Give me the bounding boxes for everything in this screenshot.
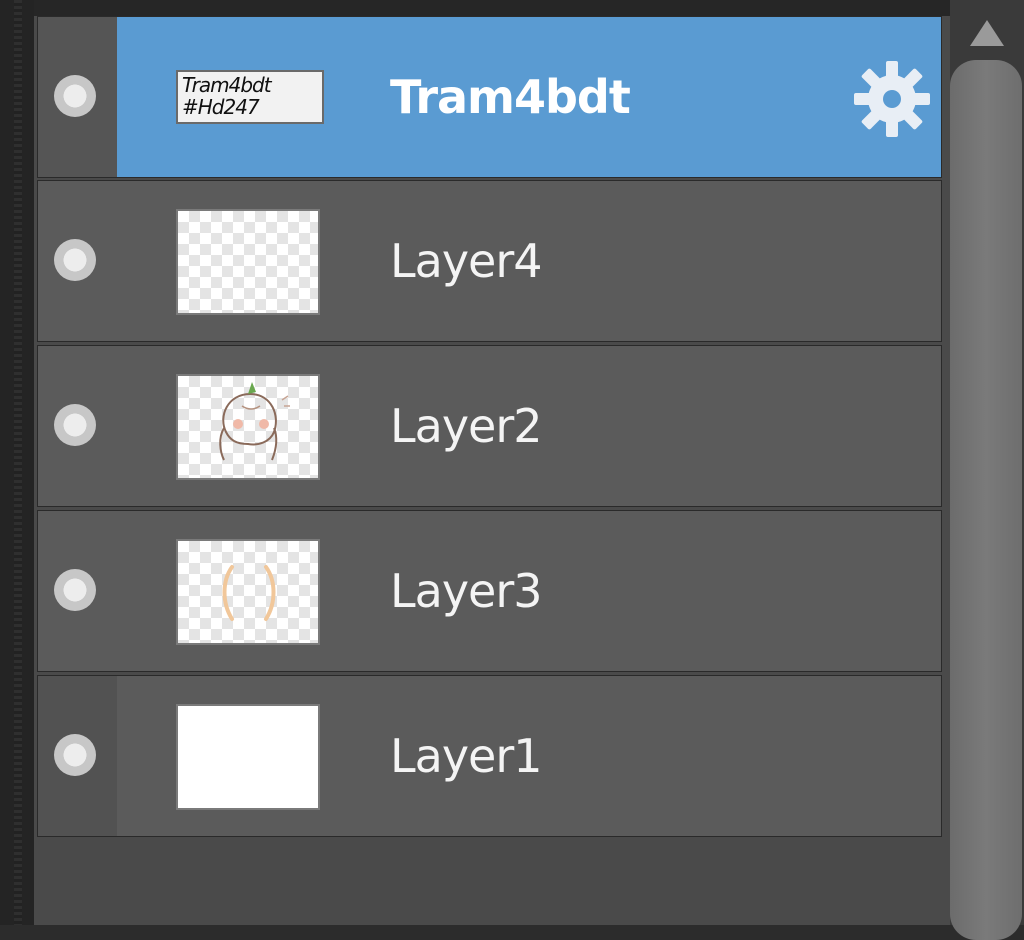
thumb-text-line-2: #Hd247 [182, 95, 260, 119]
layer-name[interactable]: Tram4bdt [390, 67, 631, 127]
visibility-cell [38, 17, 117, 177]
layer-name[interactable]: Layer3 [390, 561, 543, 621]
layer-name[interactable]: Layer4 [390, 231, 543, 291]
triangle-up-icon[interactable] [970, 20, 1004, 46]
layer-name[interactable]: Layer1 [390, 726, 543, 786]
layer-row-layer3[interactable]: Layer3 [37, 510, 942, 672]
visibility-dot-icon[interactable] [54, 569, 96, 611]
thumb-text-line-1: Tram4bdt [182, 73, 272, 97]
vertical-scrollbar[interactable] [950, 0, 1024, 940]
visibility-cell [38, 181, 117, 341]
layer-name[interactable]: Layer2 [390, 396, 543, 456]
visibility-dot-icon[interactable] [54, 734, 96, 776]
layer-row-layer4[interactable]: Layer4 [37, 180, 942, 342]
visibility-dot-icon[interactable] [54, 75, 96, 117]
panel-top-edge [34, 0, 950, 16]
visibility-dot-icon[interactable] [54, 239, 96, 281]
layer-thumbnail [176, 374, 320, 480]
layer-row-layer2[interactable]: Layer2 [37, 345, 942, 507]
panel-left-frame [0, 0, 35, 925]
layer-row-tram4bdt[interactable]: Tram4bdt #Hd247 Tram4bdt [37, 16, 942, 178]
layer-thumbnail [176, 539, 320, 645]
visibility-cell [38, 676, 117, 836]
layers-panel: Tram4bdt #Hd247 Tram4bdt Layer4 Layer2 L… [34, 16, 950, 925]
layer-thumbnail: Tram4bdt #Hd247 [176, 70, 324, 124]
visibility-dot-icon[interactable] [54, 404, 96, 446]
layer-thumbnail [176, 209, 320, 315]
scrollbar-thumb[interactable] [950, 60, 1022, 940]
gear-icon[interactable] [852, 59, 932, 139]
orange-strokes-image [222, 565, 276, 621]
layer-thumbnail [176, 704, 320, 810]
visibility-cell [38, 346, 117, 506]
visibility-cell [38, 511, 117, 671]
character-sketch-image [219, 382, 290, 461]
layer-row-layer1[interactable]: Layer1 [37, 675, 942, 837]
